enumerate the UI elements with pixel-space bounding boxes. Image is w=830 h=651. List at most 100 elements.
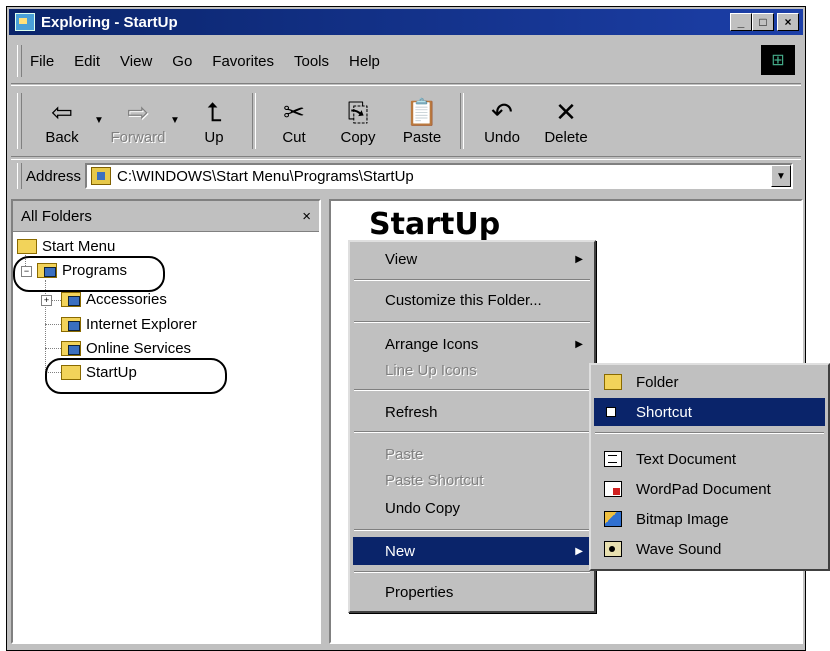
menu-item-label: Undo Copy xyxy=(385,499,461,517)
forward-button[interactable]: ⇨ Forward xyxy=(106,90,170,152)
menu-item-label: Customize this Folder... xyxy=(385,291,542,309)
context-menu-undo-copy[interactable]: Undo Copy xyxy=(353,494,591,522)
up-button[interactable]: ⮤ Up xyxy=(182,90,246,152)
forward-dropdown-icon[interactable]: ▼ xyxy=(170,115,182,126)
menu-bar: File Edit View Go Favorites Tools Help ⊞ xyxy=(11,39,801,84)
menu-view[interactable]: View xyxy=(120,53,152,70)
toolbar-grip[interactable] xyxy=(17,93,22,149)
context-menu-arrange-icons[interactable]: Arrange Icons ▶ xyxy=(353,330,591,358)
address-dropdown-icon[interactable]: ▼ xyxy=(771,165,791,187)
copy-label: Copy xyxy=(340,128,376,146)
expand-icon[interactable]: + xyxy=(41,295,52,306)
tree-item-start-menu[interactable]: Start Menu xyxy=(17,236,115,256)
menu-separator xyxy=(354,529,590,531)
context-menu-customize[interactable]: Customize this Folder... xyxy=(353,286,591,314)
tree-item-accessories[interactable]: Accessories xyxy=(61,289,167,309)
new-folder[interactable]: Folder xyxy=(594,368,825,396)
undo-label: Undo xyxy=(484,128,520,146)
delete-x-icon: ✕ xyxy=(555,96,577,127)
programs-folder-icon xyxy=(61,340,81,356)
submenu-arrow-icon: ▶ xyxy=(575,545,583,557)
tree-item-label: Internet Explorer xyxy=(86,315,197,333)
paste-label: Paste xyxy=(402,128,442,146)
menu-help[interactable]: Help xyxy=(349,53,380,70)
copy-icon: ⎘ xyxy=(347,96,369,127)
undo-button[interactable]: ↶ Undo xyxy=(470,90,534,152)
bitmap-image-icon xyxy=(604,511,622,527)
new-submenu: Folder Shortcut Text Document WordPad Do… xyxy=(589,363,830,571)
menu-file[interactable]: File xyxy=(30,53,54,70)
cut-button[interactable]: ✂ Cut xyxy=(262,90,326,152)
up-folder-icon: ⮤ xyxy=(206,96,222,127)
tree-item-label: Start Menu xyxy=(42,237,116,255)
back-button[interactable]: ⇦ Back xyxy=(30,90,94,152)
menu-go[interactable]: Go xyxy=(172,53,192,70)
folder-icon xyxy=(604,374,622,390)
new-wave-sound[interactable]: Wave Sound xyxy=(594,535,825,563)
programs-folder-icon xyxy=(61,316,81,332)
context-menu-properties[interactable]: Properties xyxy=(353,578,591,606)
paste-button[interactable]: 📋 Paste xyxy=(390,90,454,152)
menu-item-label: Line Up Icons xyxy=(385,361,477,379)
forward-arrow-icon: ⇨ xyxy=(127,96,149,127)
menu-edit[interactable]: Edit xyxy=(74,53,100,70)
folders-pane: All Folders × Start Menu − Programs + Ac… xyxy=(11,199,321,644)
forward-label: Forward xyxy=(110,128,166,146)
menu-item-label: Paste xyxy=(385,445,424,463)
wave-sound-icon xyxy=(604,541,622,557)
menu-separator xyxy=(354,389,590,391)
menu-favorites[interactable]: Favorites xyxy=(212,53,274,70)
back-dropdown-icon[interactable]: ▼ xyxy=(94,115,106,126)
delete-button[interactable]: ✕ Delete xyxy=(534,90,598,152)
menu-item-label: View xyxy=(385,250,418,268)
address-label: Address xyxy=(26,167,82,185)
context-menu-line-up-icons[interactable]: Line Up Icons xyxy=(353,356,591,384)
new-text-document[interactable]: Text Document xyxy=(594,445,825,473)
addressbar-grip[interactable] xyxy=(17,163,22,189)
menu-item-label: Paste Shortcut xyxy=(385,471,484,489)
close-pane-icon[interactable]: × xyxy=(302,208,311,225)
menu-item-label: Properties xyxy=(385,583,454,601)
maximize-button[interactable]: □ xyxy=(752,13,774,31)
context-menu-new[interactable]: New ▶ xyxy=(353,537,591,565)
folders-pane-title: All Folders xyxy=(21,207,92,225)
context-menu-refresh[interactable]: Refresh xyxy=(353,398,591,426)
menu-tools[interactable]: Tools xyxy=(294,53,329,70)
menu-separator xyxy=(354,571,590,573)
copy-button[interactable]: ⎘ Copy xyxy=(326,90,390,152)
back-label: Back xyxy=(45,128,79,146)
tree-item-online-services[interactable]: Online Services xyxy=(61,338,191,358)
clipboard-icon: 📋 xyxy=(405,96,439,127)
title-bar[interactable]: Exploring - StartUp _ □ × xyxy=(9,9,803,35)
menu-separator xyxy=(354,431,590,433)
context-menu: View ▶ Customize this Folder... Arrange I… xyxy=(348,240,596,613)
window-title: Exploring - StartUp xyxy=(41,13,178,31)
minimize-button[interactable]: _ xyxy=(730,13,752,31)
menubar-grip[interactable] xyxy=(17,45,22,77)
tree-line xyxy=(45,324,61,325)
close-button[interactable]: × xyxy=(777,13,799,31)
context-menu-paste-shortcut[interactable]: Paste Shortcut xyxy=(353,466,591,494)
address-input[interactable]: C:\WINDOWS\Start Menu\Programs\StartUp ▼ xyxy=(85,163,793,189)
tree-item-label: Online Services xyxy=(86,339,192,357)
new-bitmap-image[interactable]: Bitmap Image xyxy=(594,505,825,533)
menu-item-label: Refresh xyxy=(385,403,438,421)
menu-item-label: Wave Sound xyxy=(636,540,722,558)
folders-pane-header: All Folders × xyxy=(13,201,319,232)
new-wordpad-document[interactable]: WordPad Document xyxy=(594,475,825,503)
menu-separator xyxy=(595,432,824,434)
undo-icon: ↶ xyxy=(491,96,513,127)
context-menu-view[interactable]: View ▶ xyxy=(353,245,591,273)
menu-item-label: New xyxy=(385,542,416,560)
new-shortcut[interactable]: Shortcut xyxy=(594,398,825,426)
folder-title: StartUp xyxy=(369,207,501,242)
tree-line xyxy=(45,280,46,372)
tree-item-label: Accessories xyxy=(86,290,167,308)
context-menu-paste[interactable]: Paste xyxy=(353,440,591,468)
shortcut-icon xyxy=(606,407,616,417)
programs-folder-icon xyxy=(61,291,81,307)
tree-line xyxy=(51,300,61,301)
tree-item-internet-explorer[interactable]: Internet Explorer xyxy=(61,314,197,334)
up-label: Up xyxy=(204,128,224,146)
menu-item-label: WordPad Document xyxy=(636,480,771,498)
